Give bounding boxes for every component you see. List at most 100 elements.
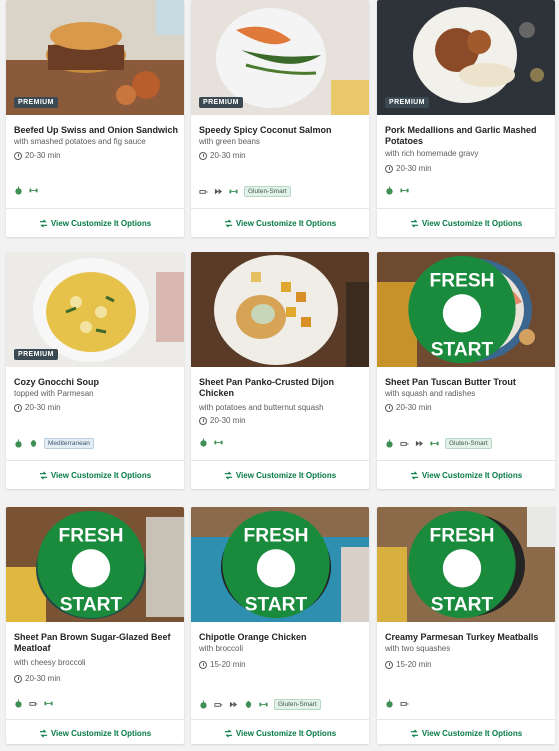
recipe-photo[interactable]: FRESH START: [377, 252, 555, 367]
swap-icon: [224, 471, 232, 479]
leaf-icon: [245, 700, 252, 709]
tag-chip: Gluten-Smart: [244, 186, 291, 197]
leaf-icon: [30, 439, 37, 448]
tag-chip: Mediterranean: [44, 438, 94, 449]
recipe-card[interactable]: FRESH START Sheet Pan Tuscan Butter Trout…: [377, 252, 555, 489]
customize-options-link[interactable]: View Customize It Options: [191, 210, 369, 236]
cook-time-value: 20-30 min: [25, 674, 61, 683]
swap-icon: [39, 219, 47, 227]
recipe-title[interactable]: Sheet Pan Tuscan Butter Trout: [385, 377, 551, 388]
recipe-tags: Gluten-Smart: [199, 699, 321, 710]
swap-icon: [410, 219, 418, 227]
customize-options-link[interactable]: View Customize It Options: [6, 462, 184, 488]
divider: [377, 460, 555, 461]
cook-time-value: 15-20 min: [396, 660, 432, 669]
recipe-title[interactable]: Sheet Pan Brown Sugar-Glazed Beef Meatlo…: [14, 632, 180, 654]
customize-options-link[interactable]: View Customize It Options: [377, 462, 555, 488]
apple-icon: [386, 186, 393, 195]
clock-icon: [14, 151, 22, 160]
recipe-title[interactable]: Chipotle Orange Chicken: [199, 632, 365, 643]
recipe-photo[interactable]: FRESH START: [6, 507, 184, 622]
customize-label: View Customize It Options: [50, 728, 152, 738]
premium-badge: PREMIUM: [14, 349, 58, 360]
cook-time-value: 15-20 min: [210, 660, 246, 669]
recipe-tags: [199, 438, 223, 447]
recipe-title[interactable]: Pork Medallions and Garlic Mashed Potato…: [385, 125, 551, 147]
pan-icon: [29, 702, 38, 706]
recipe-photo[interactable]: [191, 252, 369, 367]
swap-icon: [224, 729, 232, 737]
svg-text:START: START: [60, 595, 123, 616]
pan-icon: [214, 703, 223, 707]
clock-icon: [385, 403, 393, 412]
clock-icon: [199, 660, 207, 669]
tag-chip: Gluten-Smart: [445, 438, 492, 449]
recipe-title[interactable]: Speedy Spicy Coconut Salmon: [199, 125, 365, 136]
fresh-start-badge: FRESH START: [222, 510, 330, 619]
premium-badge: PREMIUM: [14, 97, 58, 108]
customize-label: View Customize It Options: [421, 470, 523, 480]
tag-chip: Gluten-Smart: [274, 699, 321, 710]
customize-options-link[interactable]: View Customize It Options: [6, 210, 184, 236]
divider: [6, 208, 184, 209]
pan-icon: [199, 190, 208, 194]
dumbbell-icon: [430, 441, 439, 446]
svg-text:FRESH: FRESH: [430, 271, 495, 292]
recipe-photo[interactable]: FRESH START: [191, 507, 369, 622]
recipe-tags: Gluten-Smart: [385, 438, 492, 449]
cook-time: 15-20 min: [385, 660, 432, 669]
fast-icon: [214, 188, 223, 195]
svg-text:START: START: [431, 340, 494, 361]
svg-text:START: START: [431, 595, 494, 616]
recipe-card[interactable]: FRESH START Chipotle Orange Chicken with …: [191, 507, 369, 744]
clock-icon: [14, 674, 22, 683]
apple-icon: [15, 186, 22, 195]
apple-icon: [15, 439, 22, 448]
customize-label: View Customize It Options: [421, 218, 523, 228]
customize-label: View Customize It Options: [421, 728, 523, 738]
customize-options-link[interactable]: View Customize It Options: [191, 462, 369, 488]
cook-time: 20-30 min: [199, 151, 246, 160]
recipe-tags: [14, 699, 53, 708]
pan-icon: [400, 442, 409, 446]
divider: [191, 460, 369, 461]
customize-options-link[interactable]: View Customize It Options: [191, 720, 369, 744]
recipe-photo[interactable]: FRESH START: [377, 507, 555, 622]
swap-icon: [39, 471, 47, 479]
customize-options-link[interactable]: View Customize It Options: [6, 720, 184, 744]
cook-time-value: 20-30 min: [25, 403, 61, 412]
recipe-subtitle: with squash and radishes: [385, 389, 476, 398]
customize-label: View Customize It Options: [235, 728, 337, 738]
recipe-card[interactable]: PREMIUM Speedy Spicy Coconut Salmon with…: [191, 0, 369, 237]
divider: [6, 460, 184, 461]
cook-time: 20-30 min: [199, 416, 246, 425]
recipe-subtitle: with rich homemade gravy: [385, 149, 479, 158]
dumbbell-icon: [29, 188, 38, 193]
recipe-card[interactable]: PREMIUM Cozy Gnocchi Soup topped with Pa…: [6, 252, 184, 489]
recipe-card[interactable]: FRESH START Sheet Pan Brown Sugar-Glazed …: [6, 507, 184, 744]
recipe-card[interactable]: FRESH START Creamy Parmesan Turkey Meatba…: [377, 507, 555, 744]
recipe-subtitle: with potatoes and butternut squash: [199, 403, 324, 412]
recipe-tags: [385, 186, 409, 195]
dumbbell-icon: [44, 701, 53, 706]
cook-time-value: 20-30 min: [396, 164, 432, 173]
recipe-title[interactable]: Sheet Pan Panko-Crusted Dijon Chicken: [199, 377, 365, 399]
recipe-subtitle: with smashed potatoes and fig sauce: [14, 137, 146, 146]
fresh-start-badge: FRESH START: [408, 510, 516, 619]
recipe-card[interactable]: PREMIUM Pork Medallions and Garlic Mashe…: [377, 0, 555, 237]
clock-icon: [199, 151, 207, 160]
customize-options-link[interactable]: View Customize It Options: [377, 720, 555, 744]
swap-icon: [224, 219, 232, 227]
cook-time: 20-30 min: [385, 403, 432, 412]
recipe-card[interactable]: Sheet Pan Panko-Crusted Dijon Chicken wi…: [191, 252, 369, 489]
dumbbell-icon: [229, 189, 238, 194]
recipe-title[interactable]: Cozy Gnocchi Soup: [14, 377, 180, 388]
svg-text:FRESH: FRESH: [430, 526, 495, 547]
recipe-subtitle: with green beans: [199, 137, 260, 146]
customize-options-link[interactable]: View Customize It Options: [377, 210, 555, 236]
dumbbell-icon: [400, 188, 409, 193]
recipe-title[interactable]: Beefed Up Swiss and Onion Sandwich: [14, 125, 180, 136]
divider: [191, 208, 369, 209]
recipe-card[interactable]: PREMIUM Beefed Up Swiss and Onion Sandwi…: [6, 0, 184, 237]
recipe-title[interactable]: Creamy Parmesan Turkey Meatballs: [385, 632, 551, 643]
